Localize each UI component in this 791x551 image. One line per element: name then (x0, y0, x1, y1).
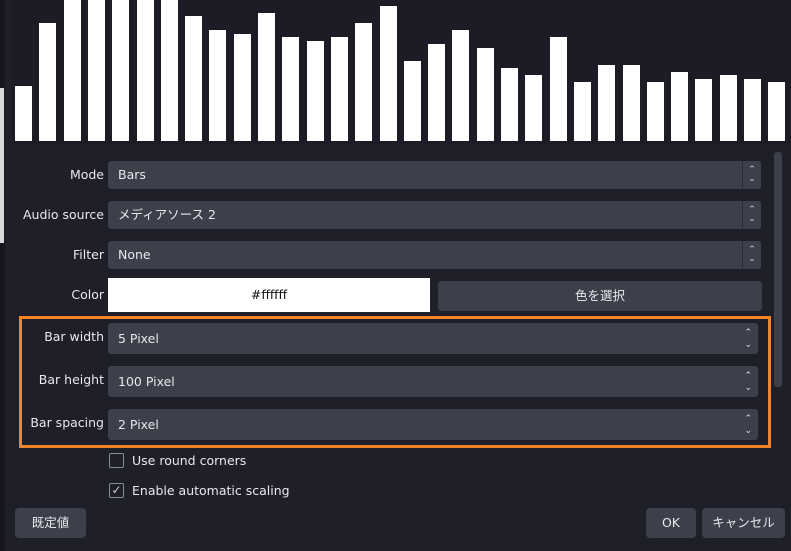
preview-bar (719, 75, 737, 141)
ok-button[interactable]: OK (646, 508, 696, 538)
preview-bar (209, 30, 227, 141)
mode-select[interactable]: Bars ⌃ ⌄ (108, 161, 761, 189)
bar-width-value: 5 Pixel (118, 331, 159, 346)
preview-bar (39, 23, 57, 141)
filter-row: Filter None ⌃ ⌄ (12, 241, 772, 269)
round-corners-label[interactable]: Use round corners (132, 452, 246, 470)
bar-spacing-label: Bar spacing (30, 415, 104, 430)
preview-bar (744, 79, 761, 141)
preview-bar (306, 41, 324, 141)
spin-arrows-icon[interactable]: ⌃ ⌄ (744, 327, 752, 351)
background-window (0, 0, 5, 551)
preview-bar (452, 30, 470, 141)
round-corners-checkbox[interactable] (109, 453, 124, 468)
bar-spacing-spinbox[interactable]: 2 Pixel ⌃ ⌄ (108, 409, 758, 440)
preview-bar (695, 79, 713, 141)
preview-bar (525, 75, 543, 141)
bar-height-row: Bar height 100 Pixel ⌃ ⌄ (12, 366, 772, 397)
preview-bar (87, 0, 105, 141)
audio-source-row: Audio source メディアソース 2 ⌃ ⌄ (12, 201, 772, 229)
bar-height-label: Bar height (38, 372, 104, 387)
mode-value: Bars (118, 167, 146, 182)
preview-bar (671, 72, 689, 141)
bar-width-row: Bar width 5 Pixel ⌃ ⌄ (12, 323, 772, 354)
preview-bar (549, 37, 567, 141)
preview-bar (622, 65, 640, 141)
visualizer-preview (12, 0, 791, 144)
check-icon: ✓ (111, 483, 122, 497)
bar-spacing-value: 2 Pixel (118, 417, 159, 432)
preview-bar (501, 68, 518, 141)
preview-bar (185, 16, 203, 141)
preview-bar (330, 37, 348, 141)
audio-source-select[interactable]: メディアソース 2 ⌃ ⌄ (108, 201, 761, 229)
bar-width-label: Bar width (44, 329, 104, 344)
select-color-button[interactable]: 色を選択 (438, 281, 762, 311)
spin-arrows-icon[interactable]: ⌃ ⌄ (744, 370, 752, 394)
background-window-panel (0, 88, 4, 243)
spin-arrows-icon[interactable]: ⌃ ⌄ (744, 413, 752, 437)
preview-bar (573, 82, 591, 141)
updown-arrow-icon: ⌃ ⌄ (742, 161, 761, 189)
preview-bar (15, 86, 32, 141)
preview-bar (160, 0, 178, 141)
bar-height-spinbox[interactable]: 100 Pixel ⌃ ⌄ (108, 366, 758, 397)
color-swatch: #ffffff (108, 278, 430, 312)
filter-select[interactable]: None ⌃ ⌄ (108, 241, 761, 269)
scrollbar[interactable] (774, 152, 782, 387)
preview-bar (428, 44, 446, 141)
filter-label: Filter (73, 247, 104, 262)
bar-height-value: 100 Pixel (118, 374, 175, 389)
preview-bar (63, 0, 81, 141)
preview-bar (112, 0, 130, 141)
updown-arrow-icon: ⌃ ⌄ (742, 241, 761, 269)
audio-source-value: メディアソース 2 (118, 207, 216, 222)
bar-spacing-row: Bar spacing 2 Pixel ⌃ ⌄ (12, 409, 772, 440)
preview-bar (646, 82, 664, 141)
preview-bar (233, 34, 251, 141)
color-label: Color (71, 287, 104, 302)
mode-label: Mode (69, 167, 104, 182)
preview-bar (379, 6, 397, 141)
audio-source-label: Audio source (22, 207, 104, 222)
auto-scaling-label[interactable]: Enable automatic scaling (132, 482, 290, 500)
updown-arrow-icon: ⌃ ⌄ (742, 201, 761, 229)
preview-bar (136, 0, 154, 141)
defaults-button[interactable]: 既定値 (15, 508, 86, 538)
bar-width-spinbox[interactable]: 5 Pixel ⌃ ⌄ (108, 323, 758, 354)
preview-bar (476, 48, 494, 141)
preview-bar (355, 23, 373, 141)
preview-bar (598, 65, 616, 141)
preview-bar (282, 37, 300, 141)
preview-bar (768, 82, 786, 141)
preview-bar (403, 61, 421, 141)
preview-bar (258, 13, 275, 141)
cancel-button[interactable]: キャンセル (702, 508, 785, 538)
filter-value: None (118, 247, 151, 262)
mode-row: Mode Bars ⌃ ⌄ (12, 161, 772, 189)
auto-scaling-checkbox[interactable]: ✓ (109, 483, 124, 498)
